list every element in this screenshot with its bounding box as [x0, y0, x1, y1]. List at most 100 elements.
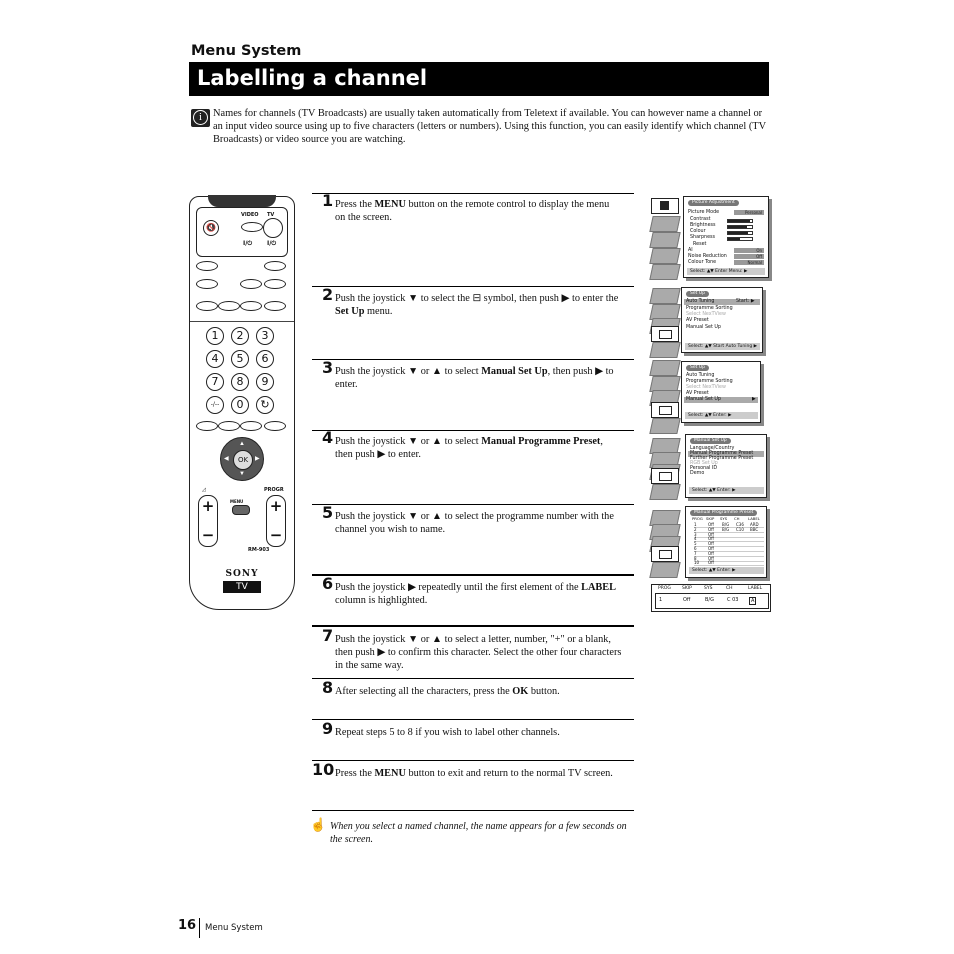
- panel-footer: Select: ▲▼ Enter Menu: ▶: [687, 268, 765, 275]
- step-6: 6 Push the joystick ▶ repeatedly until t…: [322, 574, 617, 607]
- remote-button: [264, 261, 286, 271]
- step-4: 4 Push the joystick ▼ or ▲ to select Man…: [322, 428, 603, 461]
- remote-button: [264, 279, 286, 289]
- digit-button: 7: [206, 373, 224, 391]
- step-divider: [312, 430, 634, 431]
- digit-button: 1: [206, 327, 224, 345]
- screen-set-up-manual: Set Up Auto Tuning Programme Sorting Sel…: [649, 358, 769, 434]
- set-up-panel: Set Up Auto Tuning Start: ▶ Programme So…: [681, 287, 763, 353]
- progr-label: PROGR: [264, 487, 284, 493]
- step-2: 2 Push the joystick ▼ to select the ⊟ sy…: [322, 285, 619, 318]
- menu-value: On: [734, 248, 764, 253]
- picture-adjustment-panel: Picture Adjustment Picture Mode Personal…: [683, 196, 769, 278]
- step-divider: [312, 625, 634, 627]
- screen-manual-programme-preset: Manual Programme Preset PROG SKIP SYS CH LAB…: [649, 506, 769, 578]
- table-cell: C 03: [727, 597, 739, 603]
- table-cell: 10: [694, 560, 700, 566]
- menu-item: Reset: [693, 242, 707, 247]
- digit-button: 3: [256, 327, 274, 345]
- step-10: 10 Press the MENU button to exit and ret…: [312, 760, 613, 780]
- slider-label: Colour: [690, 229, 706, 234]
- column-header: CH: [734, 516, 740, 521]
- programme-preset-panel: Manual Programme Preset PROG SKIP SYS CH LAB…: [685, 506, 767, 578]
- picture-tab-icon: [649, 360, 681, 376]
- tv-badge: TV: [223, 581, 261, 593]
- column-header: SKIP: [682, 586, 692, 591]
- remote-power-panel: 🔇 VIDEO TV I/⏻ I/⏻: [196, 207, 288, 257]
- tv-power-button: [263, 218, 283, 238]
- section-label: Menu System: [191, 43, 302, 59]
- setup-tab-icon: [649, 248, 681, 264]
- preset-tab-icon: [649, 264, 681, 280]
- preset-tab-icon: [649, 342, 681, 358]
- preset-tab-icon: [649, 484, 681, 500]
- table-cell: B/G: [705, 597, 714, 603]
- digit-button: 8: [231, 373, 249, 391]
- colour-slider: [727, 231, 753, 235]
- slider-fill: [728, 226, 748, 228]
- joystick: ▲ ▼ ◀ ▶ OK: [220, 437, 264, 481]
- slider-fill: [728, 232, 749, 234]
- info-icon: i: [191, 109, 210, 127]
- menu-value: Normal: [734, 260, 764, 265]
- remote-divider: [190, 321, 294, 322]
- remote-ir-window: [208, 195, 276, 207]
- setup-tab-icon: [651, 402, 679, 418]
- step-divider: [312, 719, 634, 720]
- arrow-right-icon: ▶: [752, 397, 756, 402]
- screen-manual-set-up: Manual Set Up Language/Country Manual Pr…: [649, 432, 769, 500]
- menu-button: [232, 505, 250, 515]
- remote-button: [240, 279, 262, 289]
- picture-tab-icon: [649, 288, 681, 304]
- slider-fill: [728, 220, 750, 222]
- contrast-slider: [727, 219, 753, 223]
- setup-tab-icon: [651, 326, 679, 342]
- panel-title: Set Up: [686, 291, 709, 297]
- tip-note: ☝ When you select a named channel, the n…: [310, 817, 627, 845]
- ok-button: OK: [233, 450, 253, 470]
- menu-item: Demo: [690, 471, 705, 476]
- menu-item: Auto Tuning: [686, 373, 715, 378]
- picture-tab-icon: [651, 198, 679, 214]
- menu-item: AI: [688, 248, 693, 253]
- slider-label: Contrast: [690, 217, 711, 222]
- set-up-panel: Set Up Auto Tuning Programme Sorting Sel…: [681, 361, 761, 423]
- table-cell: 1: [659, 597, 663, 603]
- step-divider: [312, 504, 634, 505]
- screen-label-edit: PROG SKIP SYS CH LABEL 1 Off B/G C 03 A: [651, 584, 771, 612]
- remote-control-illustration: 🔇 VIDEO TV I/⏻ I/⏻ 1 2 3 4 5 6 7 8 9 -/-…: [189, 195, 295, 610]
- menu-item: Auto Tuning: [686, 299, 715, 304]
- preset-tab-icon: [649, 562, 681, 578]
- sound-button: [196, 421, 218, 431]
- menu-value: Off: [734, 254, 764, 259]
- footer-section: Menu System: [205, 923, 263, 933]
- screen-set-up-auto-tuning: Set Up Auto Tuning Start: ▶ Programme So…: [649, 286, 769, 358]
- column-header: SYS: [720, 516, 728, 521]
- menu-item: Colour Tone: [688, 260, 717, 265]
- step-divider: [312, 760, 634, 761]
- panel-title: Set Up: [686, 365, 709, 371]
- panel-footer: Select: ▲▼ Enter: ▶: [685, 412, 758, 419]
- column-header: SKIP: [706, 516, 715, 521]
- setup-tab-icon: [651, 468, 679, 484]
- slider-label: Brightness: [690, 223, 716, 228]
- remote-button: [196, 279, 218, 289]
- slider-label: Sharpness: [690, 235, 716, 240]
- menu-item: Noise Reduction: [688, 254, 727, 259]
- digit-button: -/--: [206, 396, 224, 414]
- tv-power-symbol: I/⏻: [267, 240, 277, 247]
- digit-button: 9: [256, 373, 274, 391]
- panel-title: Picture Adjustment: [688, 200, 739, 206]
- step-divider: [312, 286, 634, 287]
- menu-item: Select NexTView: [686, 385, 726, 390]
- remote-button: [196, 261, 218, 271]
- label-edit-row: 1 Off B/G C 03 A: [655, 593, 769, 609]
- page-number: 16: [178, 918, 197, 933]
- programme-rocker: + −: [266, 495, 286, 547]
- digit-button: 4: [206, 350, 224, 368]
- digit-button: 2: [231, 327, 249, 345]
- column-header: SYS: [704, 586, 713, 591]
- brand-logo: SONY: [225, 569, 259, 579]
- menu-item: AV Preset: [686, 391, 709, 396]
- brightness-slider: [727, 225, 753, 229]
